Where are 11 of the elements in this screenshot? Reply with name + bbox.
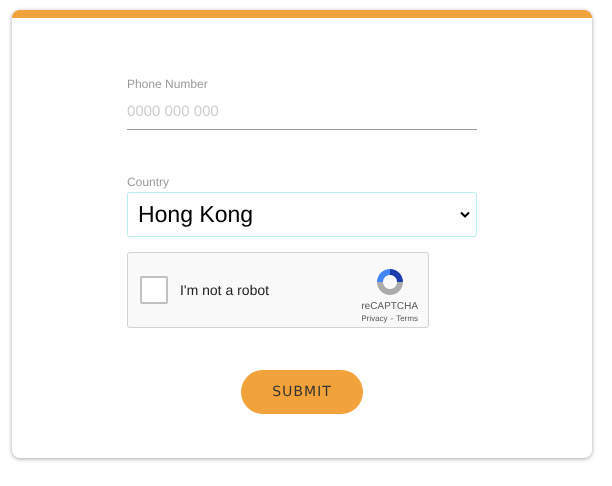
captcha-brand: reCAPTCHA	[361, 300, 418, 312]
field-label: Phone Number	[127, 77, 209, 91]
submit-button[interactable]: SUBMIT	[241, 370, 363, 414]
link-separator: -	[390, 314, 394, 322]
privacy-link[interactable]: Privacy	[361, 314, 388, 322]
checkbox[interactable]	[140, 276, 168, 304]
country-select[interactable]: Hong Kong	[127, 192, 477, 237]
field-label: Country	[127, 175, 170, 189]
checkbox-label: I'm not a robot	[180, 282, 270, 298]
terms-link[interactable]: Terms	[396, 314, 418, 322]
chevron-down-icon	[460, 211, 470, 218]
